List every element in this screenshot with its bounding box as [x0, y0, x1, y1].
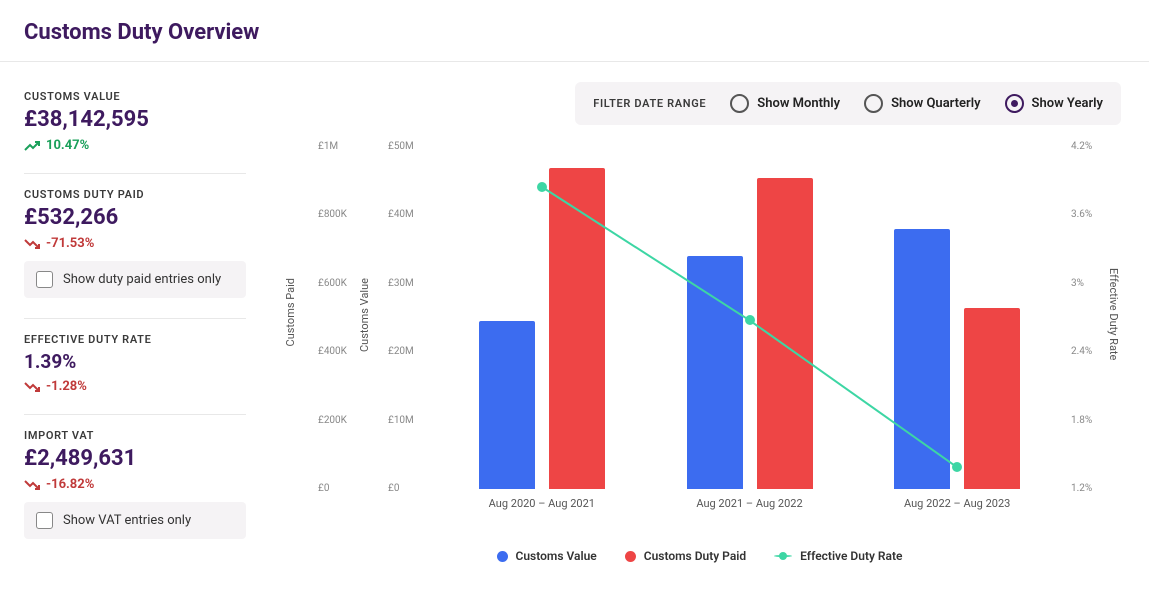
line-point[interactable]	[537, 182, 547, 192]
trend-down-icon	[24, 381, 40, 393]
radio-icon	[864, 94, 883, 113]
chart-legend: Customs Value Customs Duty Paid Effectiv…	[278, 549, 1121, 563]
metric-value: £532,266	[24, 205, 246, 230]
page-header: Customs Duty Overview	[0, 0, 1149, 62]
metric-delta: 10.47%	[24, 138, 246, 153]
duty-paid-filter[interactable]: Show duty paid entries only	[24, 261, 246, 298]
metric-delta: -71.53%	[24, 236, 246, 251]
legend-swatch-icon	[774, 555, 792, 557]
legend-swatch-icon	[497, 551, 508, 562]
metric-label: IMPORT VAT	[24, 429, 246, 442]
bar-customs-value[interactable]	[687, 256, 743, 489]
metric-value: £38,142,595	[24, 107, 246, 132]
vat-filter[interactable]: Show VAT entries only	[24, 502, 246, 539]
filter-bar-label: FILTER DATE RANGE	[593, 97, 706, 110]
bar-customs-value[interactable]	[894, 229, 950, 489]
filter-label: Show duty paid entries only	[63, 272, 221, 287]
legend-customs-value: Customs Value	[497, 549, 597, 563]
divider	[24, 318, 246, 319]
category-label: Aug 2020 – Aug 2021	[489, 497, 595, 510]
trend-up-icon	[24, 140, 40, 152]
metric-effective-duty-rate: EFFECTIVE DUTY RATE 1.39% -1.28%	[24, 333, 246, 394]
metric-value: £2,489,631	[24, 446, 246, 471]
metrics-sidebar: CUSTOMS VALUE £38,142,595 10.47% CUSTOMS…	[0, 62, 270, 583]
category-label: Aug 2022 – Aug 2023	[904, 497, 1010, 510]
metric-label: CUSTOMS DUTY PAID	[24, 188, 246, 201]
legend-effective-duty-rate: Effective Duty Rate	[774, 549, 902, 563]
date-range-filter: FILTER DATE RANGE Show Monthly Show Quar…	[575, 82, 1121, 125]
legend-customs-duty-paid: Customs Duty Paid	[625, 549, 746, 563]
metric-label: EFFECTIVE DUTY RATE	[24, 333, 246, 346]
filter-label: Show VAT entries only	[63, 513, 191, 528]
chart: £0£01.2%£200K£10M1.8%£400K£20M2.4%£600K£…	[278, 143, 1121, 513]
metric-label: CUSTOMS VALUE	[24, 90, 246, 103]
radio-icon	[1005, 94, 1024, 113]
metric-import-vat: IMPORT VAT £2,489,631 -16.82% Show VAT e…	[24, 429, 246, 539]
category-label: Aug 2021 – Aug 2022	[696, 497, 802, 510]
radio-quarterly[interactable]: Show Quarterly	[864, 94, 980, 113]
trend-down-icon	[24, 238, 40, 250]
bar-customs-duty-paid[interactable]	[549, 168, 605, 489]
trend-down-icon	[24, 479, 40, 491]
metric-customs-value: CUSTOMS VALUE £38,142,595 10.47%	[24, 90, 246, 153]
metric-delta: -1.28%	[24, 379, 246, 394]
radio-icon	[730, 94, 749, 113]
page-title: Customs Duty Overview	[24, 20, 1125, 45]
bar-customs-duty-paid[interactable]	[964, 308, 1020, 489]
legend-swatch-icon	[625, 551, 636, 562]
line-point[interactable]	[952, 462, 962, 472]
bar-customs-duty-paid[interactable]	[757, 178, 813, 489]
line-point[interactable]	[745, 315, 755, 325]
radio-yearly[interactable]: Show Yearly	[1005, 94, 1103, 113]
checkbox-icon[interactable]	[36, 271, 53, 288]
metric-value: 1.39%	[24, 350, 246, 373]
checkbox-icon[interactable]	[36, 512, 53, 529]
divider	[24, 173, 246, 174]
radio-monthly[interactable]: Show Monthly	[730, 94, 840, 113]
metric-delta: -16.82%	[24, 477, 246, 492]
divider	[24, 414, 246, 415]
bar-customs-value[interactable]	[479, 321, 535, 489]
metric-customs-duty-paid: CUSTOMS DUTY PAID £532,266 -71.53% Show …	[24, 188, 246, 298]
